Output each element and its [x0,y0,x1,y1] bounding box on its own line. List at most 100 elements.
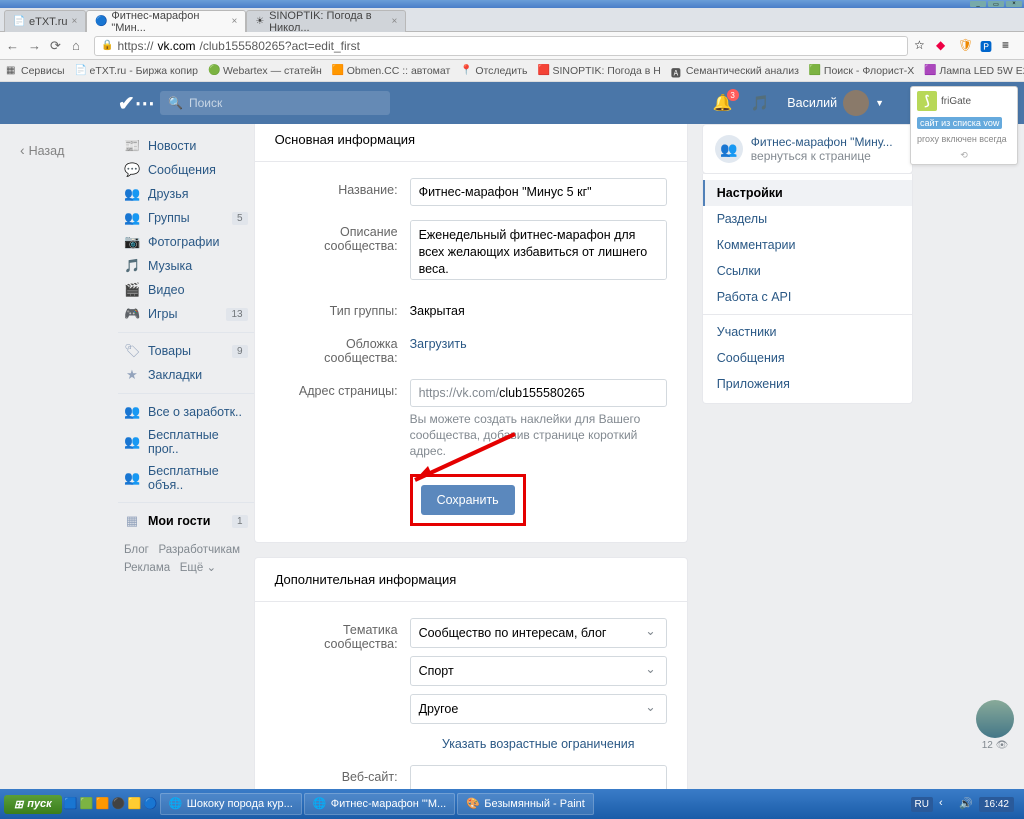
nav-item[interactable]: 📷Фотографии [118,230,254,254]
nav-item[interactable]: 👥 Друзья [118,182,254,206]
name-input[interactable] [410,178,667,206]
home-icon[interactable]: ⌂ [72,38,88,54]
nav-footer[interactable]: Блог РазработчикамРеклама Ещё ⌄ [118,533,254,586]
lang-indicator[interactable]: RU [911,797,933,812]
music-icon[interactable]: 🎵 [751,94,770,112]
settings-item[interactable]: Участники [703,319,912,345]
avatar [843,90,869,116]
frigate-widget[interactable]: ⟆ friGate сайт из списка vow proxy включ… [910,86,1018,165]
bookmark[interactable]: 🟪Лампа LED 5W E27 све [924,65,1024,77]
ext-icon[interactable]: ◆ [936,38,952,54]
clock[interactable]: 16:42 [979,797,1014,812]
bookmark[interactable]: 🟧Obmen.CC :: автомат [332,65,451,77]
nav-label: Мои гости [148,514,210,528]
bookmark[interactable]: 🟢Webartex — статейн [208,65,322,77]
tab-label: Фитнес-марафон "Мин... [111,10,227,34]
addr-label: Адрес страницы: [275,379,410,398]
bookmark[interactable]: 📍Отследить [460,65,527,77]
nav-item[interactable]: 👥Бесплатные прог.. [118,424,254,460]
settings-item[interactable]: Комментарии [703,232,912,258]
menu-icon[interactable]: ≡ [1002,38,1018,54]
ext-icon[interactable]: ☆ [914,38,930,54]
notifications-icon[interactable]: 🔔3 [713,93,733,113]
desc-textarea[interactable]: Еженедельный фитнес-марафон для всех жел… [410,220,667,280]
age-restrict-link[interactable]: Указать возрастные ограничения [410,732,667,751]
nav-item[interactable]: 📰Новости [118,134,254,158]
tab-close-icon[interactable]: × [72,16,78,27]
back-icon[interactable]: ← [6,38,22,54]
nav-item[interactable]: 👥Группы5 [118,206,254,230]
nav-item[interactable]: 🎵Музыка [118,254,254,278]
topic-select2[interactable]: Спорт [410,656,667,686]
nav-item[interactable]: ★Закладки [118,363,254,387]
notif-count: 3 [727,89,739,101]
taskbar-item[interactable]: 🌐Шококу порода кур... [160,793,302,815]
back-link[interactable]: Назад [20,142,64,158]
bookmark[interactable]: 🟩Поиск - Флорист-X [809,65,914,77]
nav-icon: 👥 [124,186,140,202]
nav-item[interactable]: ▦Мои гости1 [118,509,254,533]
quicklaunch-icon[interactable]: 🟨 [128,797,142,811]
nav-icon: 👥 [124,210,140,226]
browser-tab[interactable]: 🔵Фитнес-марафон "Мин...× [86,10,246,32]
taskbar-item[interactable]: 🌐Фитнес-марафон "'М... [304,793,455,815]
float-avatar[interactable]: 12 👁 [976,700,1014,751]
settings-item[interactable]: Приложения [703,371,912,397]
nav-icon: 👥 [124,404,140,420]
nav-item[interactable]: 💬Сообщения [118,158,254,182]
settings-item[interactable]: Ссылки [703,258,912,284]
nav-item[interactable]: 🏷Товары9 [118,339,254,363]
tray-icon[interactable]: 🔊 [959,797,973,811]
nav-label: Друзья [148,187,189,201]
tab-close-icon[interactable]: × [392,16,398,27]
vk-right-sidebar: 👥 Фитнес-марафон "Мину... вернуться к ст… [702,124,913,801]
type-value: Закрытая [410,299,667,318]
nav-item[interactable]: 👥Бесплатные объя.. [118,460,254,496]
browser-tab[interactable]: ☀SINOPTIK: Погода в Никол...× [246,10,406,32]
tab-close-icon[interactable]: × [232,16,238,27]
nav-label: Игры [148,307,177,321]
close-btn[interactable]: × [1006,1,1022,7]
bookmark[interactable]: 📄eTXT.ru - Биржа копир [75,65,198,77]
taskbar-item[interactable]: 🎨Безымянный - Paint [457,793,594,815]
nav-item[interactable]: 🎬Видео [118,278,254,302]
forward-icon[interactable]: → [28,38,44,54]
quicklaunch-icon[interactable]: 🟩 [80,797,94,811]
quicklaunch-icon[interactable]: ⚫ [112,797,126,811]
vk-logo-icon[interactable]: ✔⋯ [118,89,146,117]
ext-icon[interactable]: 🛡 [958,38,974,54]
start-button[interactable]: ⊞пуск [4,795,62,814]
return-box[interactable]: 👥 Фитнес-марафон "Мину... вернуться к ст… [702,124,913,174]
user-menu[interactable]: Василий ▼ [787,90,884,116]
addr-input[interactable]: https://vk.com/club155580265 [410,379,667,407]
bookmark[interactable]: ▦Сервисы [6,65,65,77]
topic-select[interactable]: Сообщество по интересам, блог [410,618,667,648]
quicklaunch-icon[interactable]: 🟦 [64,797,78,811]
settings-item[interactable]: Разделы [703,206,912,232]
bookmark[interactable]: 🟥SINOPTIK: Погода в Н [537,65,660,77]
settings-item[interactable]: Работа с API [703,284,912,310]
browser-tab[interactable]: 📄eTXT.ru× [4,10,86,32]
view-count: 12 👁 [976,740,1014,751]
nav-item[interactable]: 🎮Игры13 [118,302,254,326]
ext-icon[interactable]: 🅿 [980,38,996,54]
settings-item[interactable]: Настройки [703,180,912,206]
tray-icon[interactable]: ‹ [939,797,953,811]
quicklaunch-icon[interactable]: 🔵 [144,797,158,811]
nav-label: Все о заработк.. [148,405,242,419]
url-input[interactable]: 🔒 https://vk.com/club155580265?act=edit_… [94,36,908,56]
search-input[interactable]: 🔍 Поиск [160,91,390,115]
topic-select3[interactable]: Другое [410,694,667,724]
min-btn[interactable]: _ [970,1,986,7]
max-btn[interactable]: ▭ [988,1,1004,7]
name-label: Название: [275,178,410,197]
cover-upload-link[interactable]: Загрузить [410,332,667,351]
lock-icon: 🔒 [101,40,113,51]
nav-label: Закладки [148,368,202,382]
reload-icon[interactable]: ⟳ [50,38,66,54]
quicklaunch-icon[interactable]: 🟧 [96,797,110,811]
save-button[interactable]: Сохранить [421,485,515,515]
nav-item[interactable]: 👥 Все о заработк.. [118,400,254,424]
settings-item[interactable]: Сообщения [703,345,912,371]
bookmark[interactable]: 🅰Семантический анализ [671,65,799,77]
